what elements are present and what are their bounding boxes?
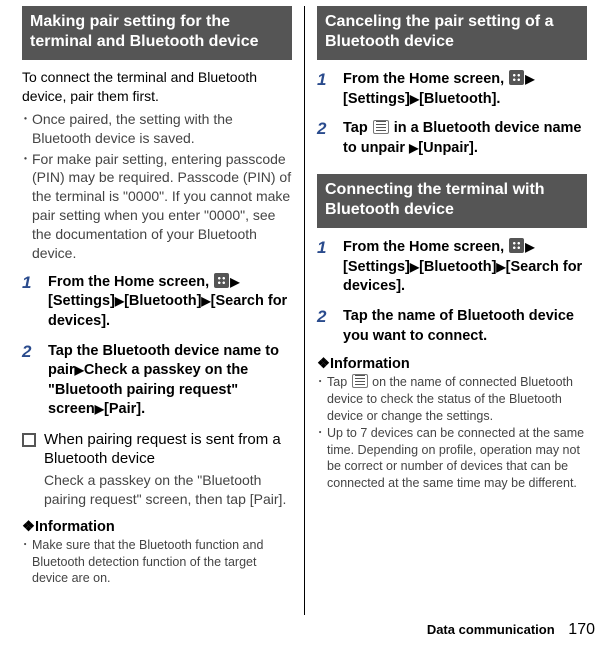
subsection: When pairing request is sent from a Blue… xyxy=(22,430,292,469)
left-column: Making pair setting for the terminal and… xyxy=(14,6,300,615)
information-heading: ❖Information xyxy=(22,519,292,535)
arrow-icon: ▶ xyxy=(201,294,210,308)
right-column: Canceling the pair setting of a Bluetoot… xyxy=(309,6,595,615)
bullet-item: ･ Once paired, the setting with the Blue… xyxy=(22,110,292,148)
column-divider xyxy=(304,6,305,615)
step-number: 2 xyxy=(317,307,343,346)
square-bullet-icon xyxy=(22,433,36,447)
home-apps-icon xyxy=(509,238,524,253)
step-body: Tap the name of Bluetooth device you wan… xyxy=(343,307,587,346)
intro-text: To connect the terminal and Bluetooth de… xyxy=(22,68,292,106)
connect-header: Connecting the terminal with Bluetooth d… xyxy=(317,174,587,228)
bullet-text: Once paired, the setting with the Blueto… xyxy=(32,110,292,148)
subsection-title: When pairing request is sent from a Blue… xyxy=(44,430,292,469)
info-bullet: ･ Make sure that the Bluetooth function … xyxy=(22,537,292,588)
info-text: Up to 7 devices can be connected at the … xyxy=(327,425,587,493)
arrow-icon: ▶ xyxy=(525,72,534,86)
left-header: Making pair setting for the terminal and… xyxy=(22,6,292,60)
bullet-dot-icon: ･ xyxy=(22,537,32,588)
step-2: 2 Tap the Bluetooth device name to pair▶… xyxy=(22,342,292,420)
arrow-icon: ▶ xyxy=(115,294,124,308)
step-number: 2 xyxy=(22,342,48,420)
info-bullet: ･ Up to 7 devices can be connected at th… xyxy=(317,425,587,493)
page: Making pair setting for the terminal and… xyxy=(0,0,609,615)
arrow-icon: ▶ xyxy=(409,141,418,155)
footer-section: Data communication xyxy=(427,622,555,637)
cancel-step-2: 2 Tap in a Bluetooth device name to unpa… xyxy=(317,119,587,158)
info-text: Tap on the name of connected Bluetooth d… xyxy=(327,374,587,425)
cancel-step-1: 1 From the Home screen, ▶ [Settings]▶[Bl… xyxy=(317,70,587,109)
connect-step-1: 1 From the Home screen, ▶ [Settings]▶[Bl… xyxy=(317,238,587,297)
subsection-desc: Check a passkey on the "Bluetooth pairin… xyxy=(44,471,292,509)
bullet-dot-icon: ･ xyxy=(317,374,327,425)
arrow-icon: ▶ xyxy=(230,275,239,289)
arrow-icon: ▶ xyxy=(525,240,534,254)
home-apps-icon xyxy=(214,273,229,288)
bullet-dot-icon: ･ xyxy=(22,150,32,263)
page-footer: Data communication 170 xyxy=(427,621,595,639)
step-number: 1 xyxy=(317,70,343,109)
bullet-dot-icon: ･ xyxy=(22,110,32,148)
step-number: 1 xyxy=(317,238,343,297)
bullet-item: ･ For make pair setting, entering passco… xyxy=(22,150,292,263)
step-body: Tap the Bluetooth device name to pair▶Ch… xyxy=(48,342,292,420)
step-number: 2 xyxy=(317,119,343,158)
step-body: From the Home screen, ▶ [Settings]▶[Blue… xyxy=(343,70,587,109)
cancel-header: Canceling the pair setting of a Bluetoot… xyxy=(317,6,587,60)
bullet-dot-icon: ･ xyxy=(317,425,327,493)
step-number: 1 xyxy=(22,273,48,332)
page-number: 170 xyxy=(568,621,595,638)
arrow-icon: ▶ xyxy=(410,260,419,274)
step-body: Tap in a Bluetooth device name to unpair… xyxy=(343,119,587,158)
arrow-icon: ▶ xyxy=(410,92,419,106)
arrow-icon: ▶ xyxy=(496,260,505,274)
step-body: From the Home screen, ▶ [Settings]▶[Blue… xyxy=(343,238,587,297)
arrow-icon: ▶ xyxy=(95,402,104,416)
home-apps-icon xyxy=(509,70,524,85)
info-bullet: ･ Tap on the name of connected Bluetooth… xyxy=(317,374,587,425)
connect-step-2: 2 Tap the name of Bluetooth device you w… xyxy=(317,307,587,346)
arrow-icon: ▶ xyxy=(75,363,84,377)
information-heading: ❖Information xyxy=(317,356,587,372)
step-1: 1 From the Home screen, ▶ [Settings]▶[Bl… xyxy=(22,273,292,332)
settings-sliders-icon xyxy=(352,374,368,388)
info-text: Make sure that the Bluetooth function an… xyxy=(32,537,292,588)
bullet-text: For make pair setting, entering passcode… xyxy=(32,150,292,263)
step-body: From the Home screen, ▶ [Settings]▶[Blue… xyxy=(48,273,292,332)
settings-sliders-icon xyxy=(373,120,389,134)
